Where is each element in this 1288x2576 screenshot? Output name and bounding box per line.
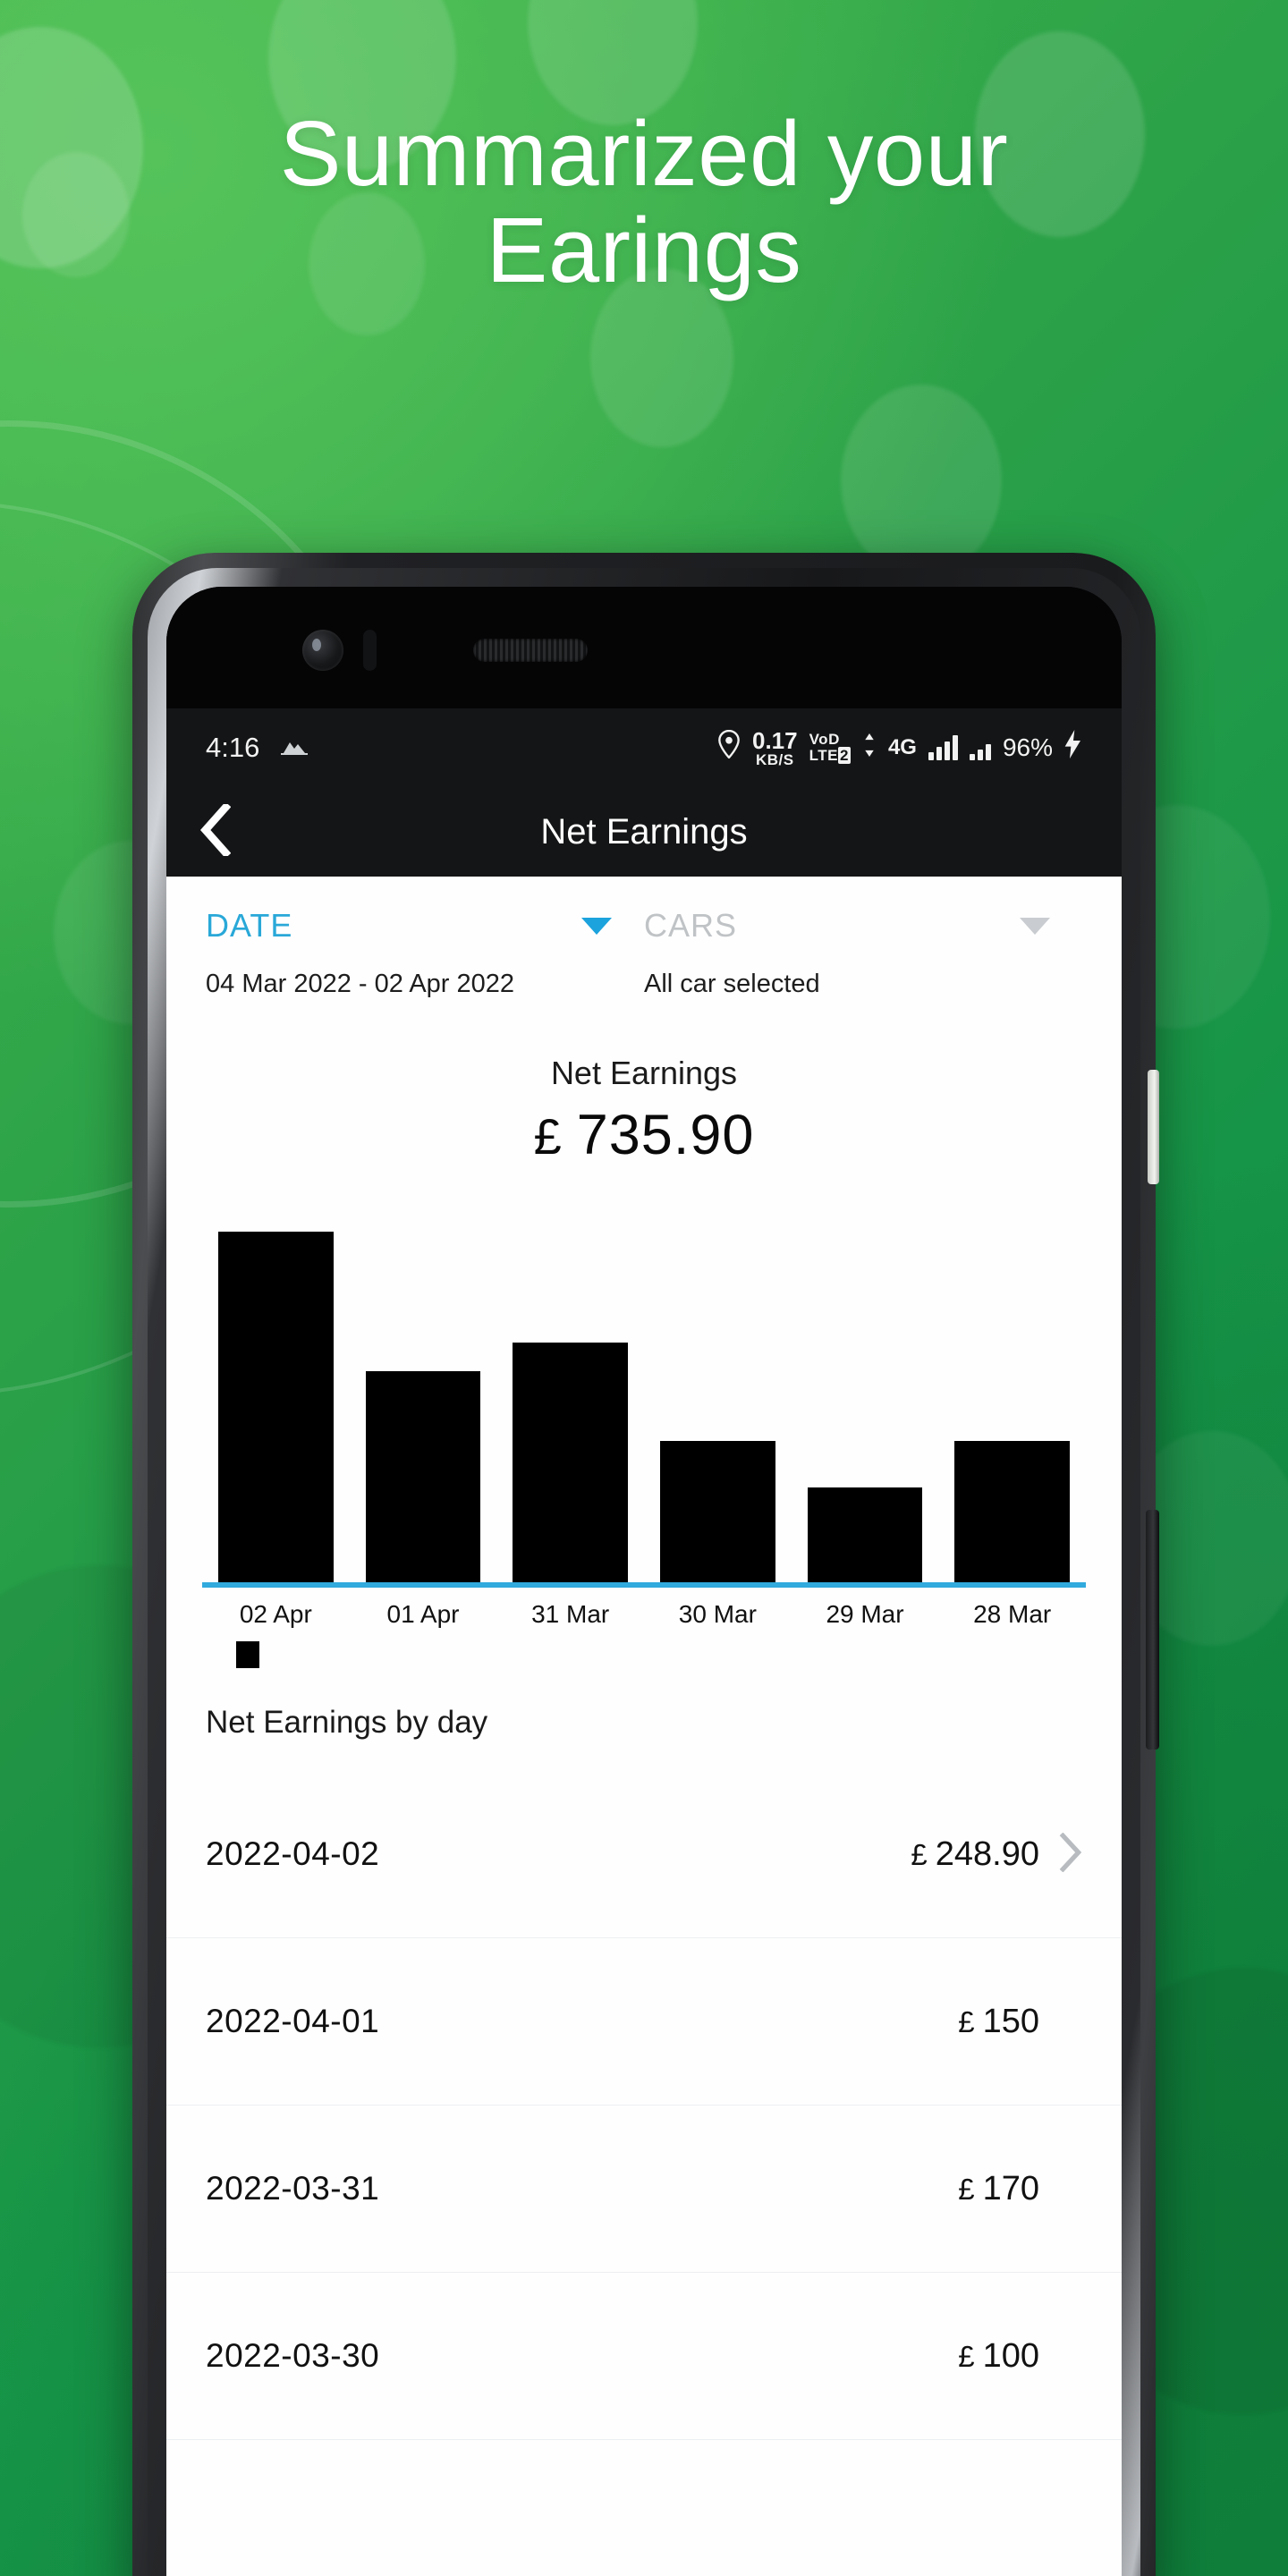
chart-bar[interactable]: [218, 1231, 334, 1582]
network-speed-indicator: 0.17 KB/S: [752, 729, 798, 767]
chart-bar[interactable]: [365, 1370, 481, 1582]
list-item-currency-symbol: £: [911, 1837, 928, 1871]
list-item-date: 2022-04-01: [206, 2003, 380, 2039]
chart-bar-column[interactable]: [938, 1230, 1086, 1582]
hero-headline: Summarized your Earings: [0, 102, 1288, 302]
network-speed-value: 0.17: [752, 726, 798, 754]
proximity-sensor-icon: [363, 630, 377, 671]
chart-bar-column[interactable]: [792, 1230, 939, 1582]
legend-swatch-net-earnings: [236, 1641, 259, 1668]
app-bar: Net Earnings: [166, 787, 1122, 877]
chevron-right-icon[interactable]: [1059, 1832, 1082, 1877]
status-bar-right: 0.17 KB/S VoD LTE 2 4G 96%: [717, 729, 1082, 767]
list-section-title: Net Earnings by day: [206, 1705, 488, 1740]
net-earnings-summary: Net Earnings £735.90: [166, 1055, 1122, 1167]
volume-rocker-button[interactable]: [1146, 1510, 1159, 1750]
chart-bar[interactable]: [513, 1343, 628, 1582]
cars-filter-value: All car selected: [644, 970, 820, 998]
chart-bar-column[interactable]: [496, 1230, 644, 1582]
chart-x-tick-label: 28 Mar: [973, 1600, 1052, 1628]
chart-x-tick-label: 29 Mar: [826, 1600, 904, 1628]
list-item-currency-symbol: £: [958, 2004, 975, 2038]
phone-screen: 4:16 0.17 KB/S VoD LTE 2 4G 96% Net Earn…: [166, 587, 1122, 2576]
filter-bar: DATE 04 Mar 2022 - 02 Apr 2022 CARS All …: [166, 877, 1122, 999]
status-bar: 4:16 0.17 KB/S VoD LTE 2 4G 96%: [166, 708, 1122, 787]
cars-filter[interactable]: CARS All car selected: [644, 907, 1082, 999]
chart-bar-column[interactable]: [644, 1230, 792, 1582]
list-item-amount: £150: [958, 2002, 1039, 2040]
list-item-right: £248.90: [911, 1832, 1082, 1877]
lightning-bolt-icon: [1064, 730, 1082, 766]
chart-x-tick-label: 01 Apr: [386, 1600, 460, 1628]
phone-bezel: 4:16 0.17 KB/S VoD LTE 2 4G 96% Net Earn…: [148, 568, 1140, 2576]
summary-label: Net Earnings: [550, 1055, 738, 1091]
signal-bars-sim1-icon: [928, 735, 958, 760]
list-item[interactable]: 2022-03-30 £100: [166, 2273, 1122, 2440]
chart-bar[interactable]: [807, 1487, 923, 1582]
list-item-amount: £248.90: [911, 1835, 1039, 1873]
headline-line-1: Summarized your: [279, 102, 1009, 205]
chevron-down-icon: [1020, 917, 1050, 935]
headline-line-2: Earings: [486, 199, 802, 302]
screen-content: DATE 04 Mar 2022 - 02 Apr 2022 CARS All …: [166, 877, 1122, 2576]
chart-plot-area: [202, 1230, 1086, 1588]
list-item-date: 2022-03-31: [206, 2170, 380, 2207]
chart-bar-column[interactable]: [350, 1230, 497, 1582]
list-item-right: £100: [958, 2337, 1082, 2376]
chart-x-tick-label: 02 Apr: [239, 1600, 312, 1628]
chart-legend: [202, 1641, 1086, 1673]
list-item[interactable]: 2022-04-01 £150: [166, 1938, 1122, 2106]
list-item[interactable]: 2022-03-31 £170: [166, 2106, 1122, 2273]
list-item-amount: £170: [958, 2169, 1039, 2207]
earnings-bar-chart: 02 Apr 01 Apr 31 Mar 30 Mar 29 Mar 28 Mar: [166, 1230, 1122, 1673]
list-item-date: 2022-04-02: [206, 1835, 380, 1872]
device-top-bezel: [166, 587, 1122, 708]
list-item-date: 2022-03-30: [206, 2337, 380, 2374]
list-item-right: £150: [958, 2003, 1082, 2041]
list-item[interactable]: 2022-04-02 £248.90: [166, 1771, 1122, 1938]
cars-filter-head[interactable]: CARS: [644, 907, 1082, 945]
front-camera-icon: [302, 630, 343, 671]
chart-x-axis: 02 Apr 01 Apr 31 Mar 30 Mar 29 Mar 28 Mar: [202, 1600, 1086, 1629]
date-filter-head[interactable]: DATE: [206, 907, 644, 945]
status-bar-left: 4:16: [206, 732, 309, 764]
earpiece-speaker-icon: [473, 639, 588, 662]
cloud-icon: [279, 732, 309, 764]
date-filter[interactable]: DATE 04 Mar 2022 - 02 Apr 2022: [206, 907, 644, 999]
date-filter-label: DATE: [206, 907, 293, 944]
chart-bar-column[interactable]: [202, 1230, 350, 1582]
phone-mockup: 4:16 0.17 KB/S VoD LTE 2 4G 96% Net Earn…: [132, 553, 1159, 2576]
network-speed-unit: KB/S: [755, 750, 794, 768]
earnings-day-list: 2022-04-02 £248.90 2022-04-01 £150 2022-03-3…: [166, 1771, 1122, 2440]
summary-currency-symbol: £: [533, 1108, 563, 1165]
list-item-currency-symbol: £: [958, 2339, 975, 2373]
page-title: Net Earnings: [540, 811, 748, 852]
chevron-down-icon: [581, 917, 612, 935]
list-item-amount: £100: [958, 2336, 1039, 2375]
summary-amount-value: 735.90: [576, 1104, 755, 1166]
data-arrows-icon: [862, 732, 877, 764]
chart-x-tick-label: 31 Mar: [531, 1600, 610, 1628]
battery-percentage: 96%: [1002, 733, 1053, 761]
date-filter-value: 04 Mar 2022 - 02 Apr 2022: [206, 970, 515, 998]
chart-x-tick-label: 30 Mar: [678, 1600, 757, 1628]
summary-amount: £735.90: [166, 1103, 1122, 1167]
list-item-right: £170: [958, 2170, 1082, 2208]
chart-bar[interactable]: [954, 1441, 1070, 1582]
status-time: 4:16: [206, 732, 260, 763]
cars-filter-label: CARS: [644, 907, 738, 944]
power-button[interactable]: [1148, 1070, 1159, 1184]
volte-line-2: LTE 2: [809, 747, 851, 764]
volte-line-1: VoD: [809, 731, 840, 749]
volte-indicator: VoD LTE 2: [809, 732, 851, 764]
network-type-label: 4G: [887, 735, 917, 759]
chart-bar[interactable]: [660, 1441, 775, 1582]
signal-bars-sim2-icon: [969, 735, 991, 760]
location-pin-icon: [717, 729, 741, 766]
list-item-currency-symbol: £: [958, 2172, 975, 2206]
